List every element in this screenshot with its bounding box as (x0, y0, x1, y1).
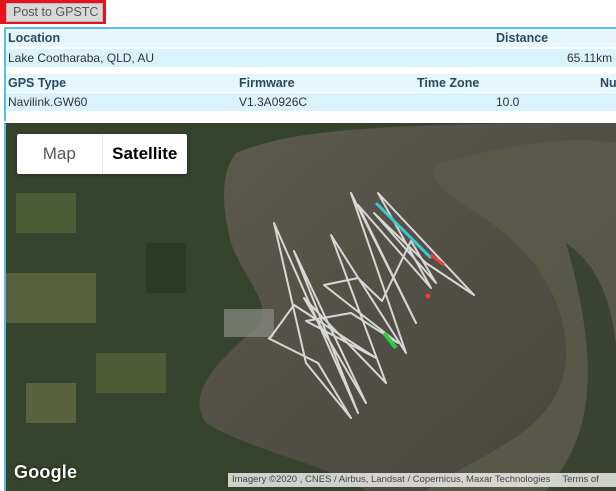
info-value-row-2: Navilink.GW60 V1.3A0926C 10.0 (6, 93, 616, 111)
gps-type-header: GPS Type (8, 76, 67, 90)
gps-type-value: Navilink.GW60 (8, 95, 88, 109)
firmware-value: V1.3A0926C (239, 95, 308, 109)
map-attribution: Imagery ©2020 , CNES / Airbus, Landsat /… (228, 473, 616, 487)
track-info-table: Location Distance Lake Cootharaba, QLD, … (4, 27, 616, 121)
post-button-highlight: Post to GPSTC (0, 0, 106, 24)
distance-value: 65.11km (567, 51, 613, 65)
info-header-row-2: GPS Type Firmware Time Zone Nu (6, 74, 616, 92)
satellite-map[interactable]: Map Satellite Google Imagery ©2020 , CNE… (4, 123, 616, 491)
imagery-credit: Imagery ©2020 , CNES / Airbus, Landsat /… (232, 474, 551, 485)
num-header: Nu (600, 76, 616, 90)
map-type-control: Map Satellite (17, 134, 187, 174)
google-logo: Google (14, 462, 78, 482)
location-header: Location (8, 31, 61, 45)
map-type-satellite-button[interactable]: Satellite (103, 134, 188, 174)
terms-link[interactable]: Terms of (562, 474, 598, 485)
post-to-gpstc-button[interactable]: Post to GPSTC (6, 3, 103, 22)
info-value-row-1: Lake Cootharaba, QLD, AU 65.11km (6, 49, 616, 67)
track-marker (425, 293, 431, 299)
satellite-imagery (6, 123, 616, 491)
map-type-map-button[interactable]: Map (17, 134, 103, 174)
time-zone-header: Time Zone (417, 76, 480, 90)
time-zone-value: 10.0 (496, 95, 520, 109)
distance-header: Distance (496, 31, 549, 45)
info-header-row-1: Location Distance (6, 29, 616, 47)
firmware-header: Firmware (239, 76, 295, 90)
location-value: Lake Cootharaba, QLD, AU (8, 51, 155, 65)
